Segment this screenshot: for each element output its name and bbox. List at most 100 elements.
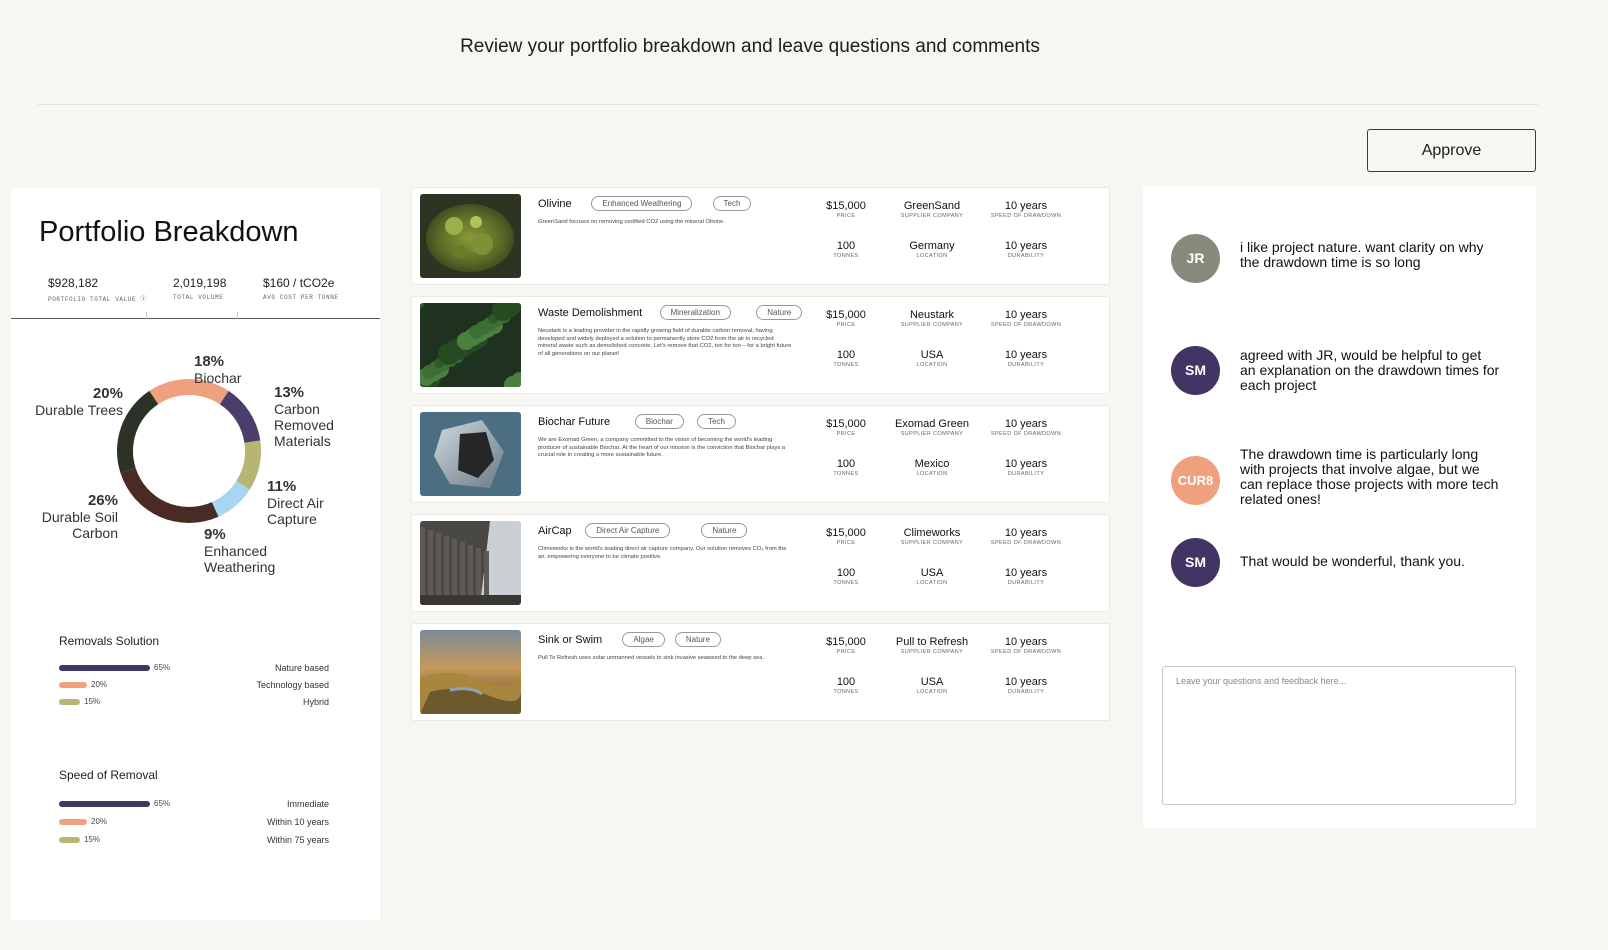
donut-slice xyxy=(236,440,261,490)
bar-percent: 20% xyxy=(91,680,108,689)
project-description: Pull To Refresh uses solar unmanned vess… xyxy=(538,655,765,661)
bar-label: Within 10 years xyxy=(266,817,329,827)
metric-value: 10 years xyxy=(1004,418,1048,430)
metric-label: SPEED OF DRAWDOWN xyxy=(990,431,1062,437)
metric-speed-of-drawdown: 10 years SPEED OF DRAWDOWN xyxy=(966,309,1086,328)
project-image xyxy=(420,521,521,605)
project-name: Sink or Swim xyxy=(538,634,603,646)
approve-button[interactable]: Approve xyxy=(1367,129,1536,172)
project-description: Neustark is a leading provider in the ra… xyxy=(538,328,792,357)
metric-durability: 10 years DURABILITY xyxy=(966,458,1086,477)
feedback-input[interactable] xyxy=(1162,666,1516,805)
metric-durability: 10 years DURABILITY xyxy=(966,676,1086,695)
portfolio-title: Portfolio Breakdown xyxy=(39,216,299,248)
project-description: We are Exomad Green, a company committed… xyxy=(538,437,786,458)
donut-label-direct-air-capture: 11% Direct Air Capture xyxy=(267,478,324,528)
stat-label: PORTFOLIO TOTAL VALUE ⓘ xyxy=(48,296,148,303)
metric-speed-of-drawdown: 10 years SPEED OF DRAWDOWN xyxy=(966,418,1086,437)
bar-row: 15% Hybrid xyxy=(59,697,329,707)
metric-durability: 10 years DURABILITY xyxy=(966,567,1086,586)
bar-percent: 20% xyxy=(91,817,108,826)
bar-row: 20% Within 10 years xyxy=(59,817,329,827)
metric-label: SPEED OF DRAWDOWN xyxy=(990,540,1062,546)
metric-label: DURABILITY xyxy=(1007,471,1045,477)
removals-solution-title: Removals Solution xyxy=(59,634,160,648)
stat-value: 2,019,198 xyxy=(173,276,227,290)
project-card[interactable]: Waste Demolishment Mineralization Nature Ne… xyxy=(411,296,1110,394)
project-card[interactable]: Olivine Enhanced Weathering Tech GreenSand … xyxy=(411,187,1110,285)
bar-fill xyxy=(59,801,150,807)
page-title: Review your portfolio breakdown and leav… xyxy=(460,36,1040,57)
project-image xyxy=(420,630,521,714)
metric-label: DURABILITY xyxy=(1007,253,1045,259)
avatar: SM xyxy=(1171,346,1220,395)
project-name: Biochar Future xyxy=(538,416,611,428)
bar-fill xyxy=(59,837,80,843)
speed-of-removal-title: Speed of Removal xyxy=(59,768,158,782)
project-tag: Nature xyxy=(674,632,721,647)
donut-slice xyxy=(120,467,219,523)
project-card[interactable]: Biochar Future Biochar Tech We are Exomad G… xyxy=(411,405,1110,503)
stat-label: TOTAL VOLUME xyxy=(173,294,224,301)
avatar: CUR8 xyxy=(1171,456,1220,505)
stat-divider xyxy=(146,312,147,319)
comment-text: The drawdown time is particularly long w… xyxy=(1240,446,1499,507)
stat-total-volume: 2,019,198 TOTAL VOLUME xyxy=(173,276,226,301)
stat-value: $160 / tCO2e xyxy=(263,276,335,290)
project-description: Climeworks is the world's leading direct… xyxy=(538,546,787,560)
metric-label: SPEED OF DRAWDOWN xyxy=(990,213,1062,219)
project-tag: Tech xyxy=(697,414,736,429)
stat-total-value: $928,182 PORTFOLIO TOTAL VALUE ⓘ xyxy=(48,276,147,303)
portfolio-stats: $928,182 PORTFOLIO TOTAL VALUE ⓘ 2,019,1… xyxy=(11,276,380,319)
project-description: GreenSand focuses on removing certified … xyxy=(538,219,725,225)
project-image xyxy=(420,412,521,496)
metric-value: 10 years xyxy=(1004,309,1048,321)
bar-fill xyxy=(59,665,150,671)
stat-avg-cost: $160 / tCO2e AVG COST PER TONNE xyxy=(263,276,339,301)
bar-label: Technology based xyxy=(256,680,329,690)
project-card[interactable]: Sink or Swim Algae Nature Pull To Refresh u… xyxy=(411,623,1110,721)
metric-durability: 10 years DURABILITY xyxy=(966,240,1086,259)
donut-label-biochar: 18% Biochar xyxy=(194,353,242,387)
bar-label: Nature based xyxy=(274,663,329,673)
metric-value: 10 years xyxy=(1004,567,1048,579)
bar-label: Within 75 years xyxy=(266,835,329,845)
stat-value: $928,182 xyxy=(48,276,99,290)
comments-panel: JR i like project nature. want clarity on… xyxy=(1143,186,1536,828)
portfolio-breakdown-panel: Portfolio Breakdown $928,182 PORTFOLIO T… xyxy=(11,188,380,920)
bar-row: 15% Within 75 years xyxy=(59,835,329,845)
project-name: AirCap xyxy=(538,525,572,537)
comment-text: i like project nature. want clarity on w… xyxy=(1240,239,1484,270)
metric-value: 10 years xyxy=(1004,636,1048,648)
project-image xyxy=(420,194,521,278)
bar-fill xyxy=(59,699,80,705)
metric-value: 10 years xyxy=(1004,458,1048,470)
metric-speed-of-drawdown: 10 years SPEED OF DRAWDOWN xyxy=(966,527,1086,546)
bar-percent: 15% xyxy=(84,697,101,706)
bar-label: Immediate xyxy=(286,799,329,809)
bar-percent: 65% xyxy=(154,663,171,672)
metric-label: DURABILITY xyxy=(1007,362,1045,368)
metric-value: 10 years xyxy=(1004,676,1048,688)
bar-fill xyxy=(59,819,87,825)
info-icon[interactable]: ⓘ xyxy=(140,296,147,303)
project-tag: Direct Air Capture xyxy=(585,523,671,538)
donut-slice xyxy=(219,390,261,443)
bar-row: 65% Immediate xyxy=(59,799,329,809)
project-name: Waste Demolishment xyxy=(538,307,643,319)
project-card[interactable]: AirCap Direct Air Capture Nature Climeworks… xyxy=(411,514,1110,612)
comment-text: That would be wonderful, thank you. xyxy=(1240,553,1465,569)
metric-speed-of-drawdown: 10 years SPEED OF DRAWDOWN xyxy=(966,200,1086,219)
project-tag: Algae xyxy=(622,632,665,647)
metric-label: DURABILITY xyxy=(1007,580,1045,586)
bar-fill xyxy=(59,682,87,688)
donut-label-enhanced-weathering: 9% Enhanced Weathering xyxy=(204,526,276,576)
portfolio-donut-chart xyxy=(117,379,261,523)
bar-percent: 15% xyxy=(84,835,101,844)
metric-label: SPEED OF DRAWDOWN xyxy=(990,322,1062,328)
donut-label-durable-soil-carbon: 26% Durable Soil Carbon xyxy=(41,492,118,542)
metric-label: SPEED OF DRAWDOWN xyxy=(990,649,1062,655)
project-tag: Nature xyxy=(701,523,748,538)
metric-value: 10 years xyxy=(1004,200,1048,212)
project-tag: Biochar xyxy=(634,414,684,429)
